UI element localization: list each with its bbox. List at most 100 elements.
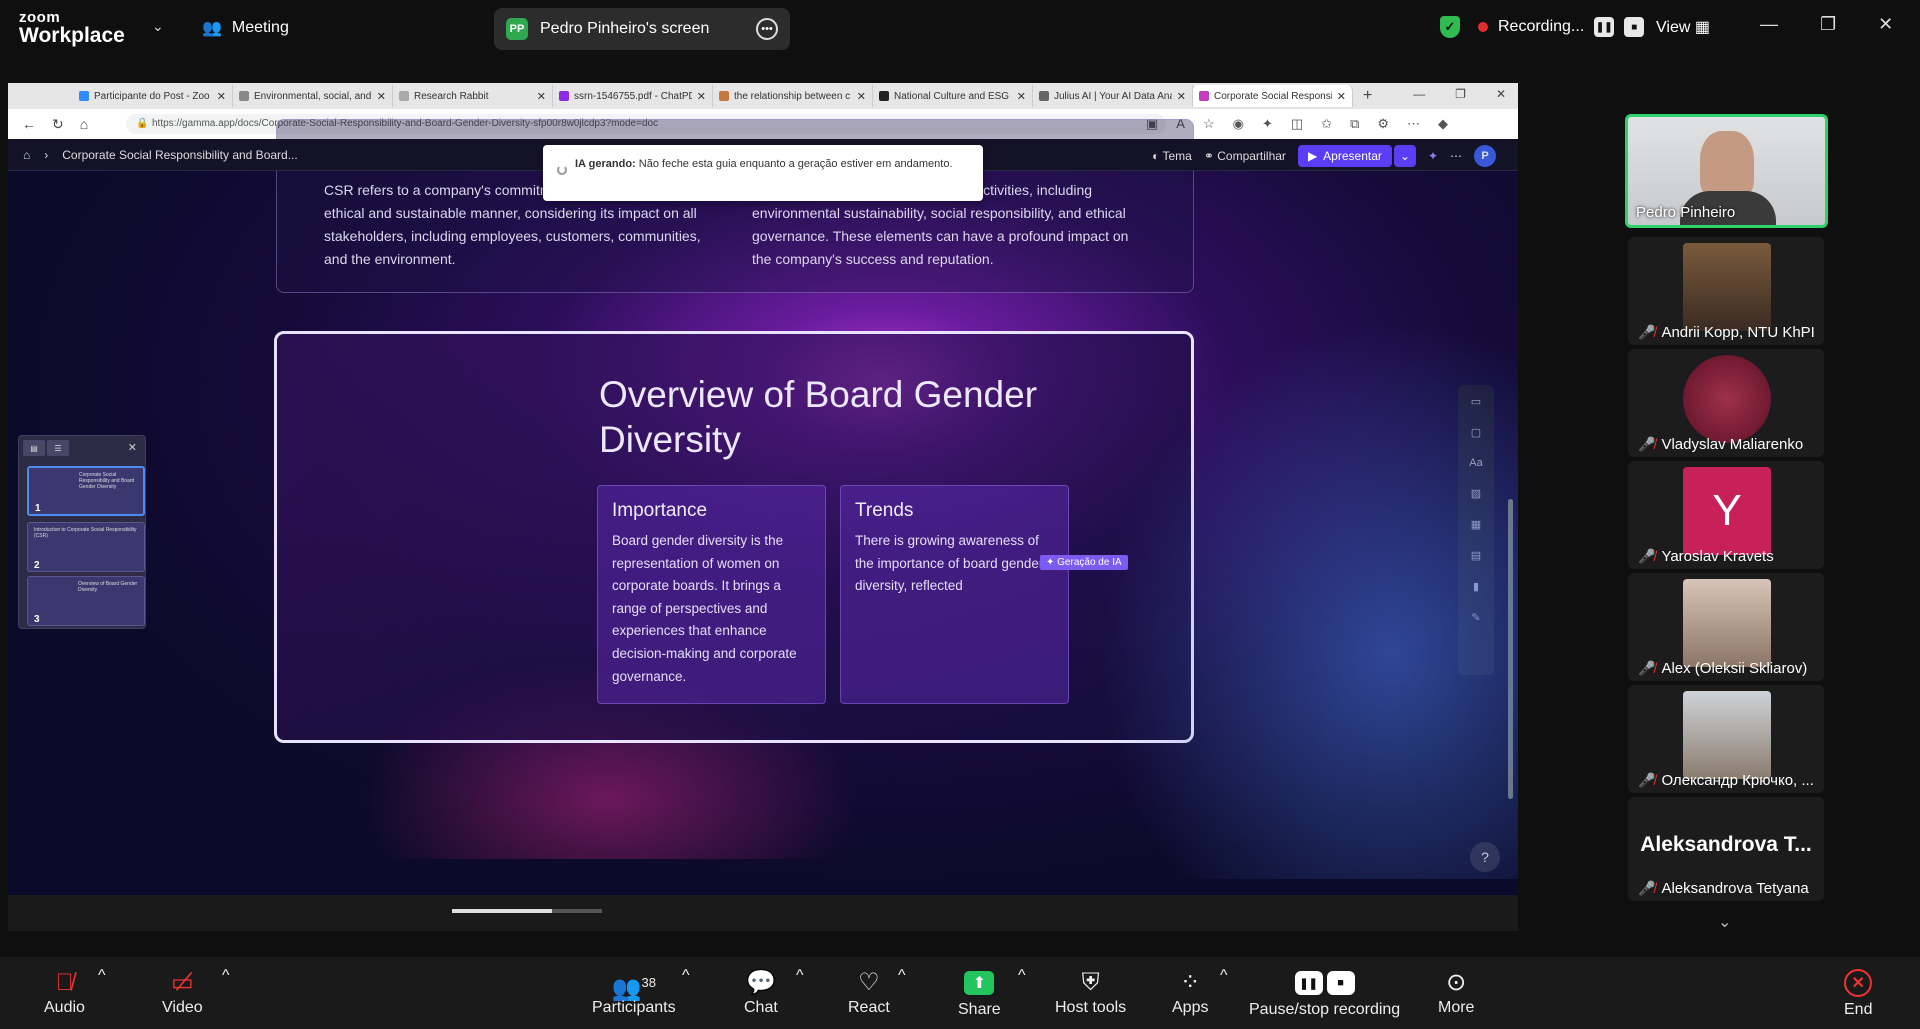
text-format-icon[interactable]: Aa — [1469, 457, 1482, 469]
browser-tab[interactable]: Julius AI | Your AI Data Ana ✕ — [1033, 85, 1193, 107]
new-tab-icon[interactable]: + — [1363, 87, 1372, 105]
minimize-icon[interactable]: — — [1760, 14, 1778, 35]
close-tab-icon[interactable]: ✕ — [377, 90, 386, 103]
reload-icon[interactable]: ↻ — [52, 116, 64, 133]
favorite-star-icon[interactable]: ☆ — [1203, 116, 1215, 132]
close-icon[interactable]: ✕ — [128, 441, 137, 454]
pause-recording-button[interactable]: ❚❚ — [1594, 17, 1615, 37]
table-icon[interactable]: ▦ — [1471, 518, 1481, 531]
audio-label: Audio — [44, 999, 85, 1016]
browser-tab[interactable]: ssrn-1546755.pdf - ChatPD ✕ — [553, 85, 713, 107]
chevron-down-icon[interactable]: ⌄ — [1718, 912, 1731, 932]
meeting-menu-button[interactable]: 👥 Meeting — [202, 18, 289, 38]
home-icon[interactable]: ⌂ — [80, 116, 88, 132]
minimize-icon[interactable]: — — [1413, 87, 1425, 101]
chart-icon[interactable]: ▮ — [1473, 580, 1479, 593]
more-button[interactable]: ⊙ More — [1438, 967, 1474, 1017]
home-icon[interactable]: ⌂ — [23, 148, 30, 162]
end-button[interactable]: ✕ End — [1844, 967, 1872, 1019]
browser-tab[interactable]: Participante do Post - Zoo ✕ — [73, 85, 233, 107]
close-tab-icon[interactable]: ✕ — [857, 90, 866, 103]
chevron-down-icon[interactable]: ⌄ — [152, 18, 164, 35]
sparkle-icon[interactable]: ✦ — [1428, 149, 1438, 163]
importance-text: Board gender diversity is the representa… — [612, 533, 797, 684]
extension-icon[interactable]: ◉ — [1233, 116, 1244, 132]
avatar[interactable]: P — [1474, 145, 1496, 167]
performance-icon[interactable]: ⚙ — [1377, 116, 1389, 132]
apps-button[interactable]: ⁘ Apps — [1172, 967, 1208, 1017]
scrollbar-thumb[interactable] — [1508, 499, 1513, 799]
favorites-icon[interactable]: ✩ — [1321, 116, 1332, 132]
view-button[interactable]: View ▦ — [1656, 17, 1710, 37]
block-icon[interactable]: ▤ — [1471, 549, 1481, 562]
participants-button[interactable]: 👥38 Participants — [592, 967, 676, 1017]
security-shield-icon[interactable]: ✓ — [1440, 16, 1460, 38]
screen-share-indicator[interactable]: PP Pedro Pinheiro's screen ••• — [494, 8, 790, 50]
video-options-caret[interactable]: ^ — [222, 967, 230, 985]
collections-icon[interactable]: ⧉ — [1350, 116, 1359, 132]
layout-icon[interactable]: ▢ — [1471, 426, 1481, 439]
apps-options-caret[interactable]: ^ — [1220, 967, 1228, 985]
breadcrumb[interactable]: Corporate Social Responsibility and Boar… — [62, 148, 297, 162]
audio-button[interactable]: 🎙̸ Audio — [44, 967, 85, 1017]
video-button[interactable]: ▭̸ Video — [162, 967, 203, 1017]
chat-options-caret[interactable]: ^ — [796, 967, 804, 985]
video-tile[interactable]: 🎤̸ Andrii Kopp, NTU KhPI — [1628, 237, 1824, 345]
lock-icon[interactable]: 🔒 — [136, 118, 148, 129]
board-diversity-card: Overview of Board Gender Diversity Impor… — [274, 331, 1194, 743]
participants-options-caret[interactable]: ^ — [682, 967, 690, 985]
stop-recording-button[interactable]: ■ — [1624, 17, 1645, 37]
close-tab-icon[interactable]: ✕ — [217, 90, 226, 103]
video-tile[interactable]: Y 🎤̸ Yaroslav Kravets — [1628, 461, 1824, 569]
audio-options-caret[interactable]: ^ — [98, 967, 106, 985]
puzzle-icon[interactable]: ✦ — [1262, 116, 1273, 132]
host-tools-button[interactable]: ⛨ Host tools — [1055, 967, 1126, 1017]
close-tab-icon[interactable]: ✕ — [1017, 90, 1026, 103]
video-tile[interactable]: 🎤̸ Олександр Крючко, ... — [1628, 685, 1824, 793]
close-tab-icon[interactable]: ✕ — [537, 90, 546, 103]
pause-stop-recording-button[interactable]: ❚❚ ■ Pause/stop recording — [1249, 967, 1400, 1019]
list-view-icon[interactable]: ☰ — [47, 440, 69, 456]
video-tile[interactable]: Aleksandrova T... 🎤̸ Aleksandrova Tetyana — [1628, 797, 1824, 901]
chat-button[interactable]: 💬 Chat — [744, 967, 778, 1017]
share-options-caret[interactable]: ^ — [1018, 967, 1026, 985]
react-button[interactable]: ♡ React — [848, 967, 890, 1017]
browser-tab-active[interactable]: Corporate Social Responsi ✕ — [1193, 85, 1353, 107]
help-button[interactable]: ? — [1470, 842, 1500, 872]
image-icon[interactable]: ▨ — [1471, 487, 1481, 500]
video-tile[interactable]: 🎤̸ Alex (Oleksii Skliarov) — [1628, 573, 1824, 681]
slide-thumbnail[interactable]: Corporate Social Responsibility and Boar… — [27, 466, 145, 516]
split-screen-icon[interactable]: ◫ — [1291, 116, 1303, 132]
menu-icon[interactable]: ⋯ — [1407, 116, 1420, 132]
restore-icon[interactable]: ❐ — [1455, 87, 1466, 101]
share-doc-button[interactable]: ⚭ Compartilhar — [1204, 149, 1286, 163]
close-icon[interactable]: ✕ — [1496, 87, 1506, 101]
cards-icon[interactable]: ▭ — [1471, 395, 1481, 408]
present-dropdown-button[interactable]: ⌄ — [1393, 145, 1416, 167]
restore-icon[interactable]: ❐ — [1820, 14, 1836, 35]
share-button[interactable]: ⬆ Share — [958, 967, 1001, 1019]
close-tab-icon[interactable]: ✕ — [697, 90, 706, 103]
present-button[interactable]: ▶ Apresentar — [1297, 145, 1392, 167]
close-tab-icon[interactable]: ✕ — [1177, 90, 1186, 103]
trends-card[interactable]: Trends There is growing awareness of the… — [840, 485, 1069, 704]
edit-icon[interactable]: ✎ — [1471, 611, 1480, 624]
close-tab-icon[interactable]: ✕ — [1337, 90, 1346, 103]
slide-thumbnail[interactable]: Introduction to Corporate Social Respons… — [27, 522, 145, 572]
browser-tab[interactable]: Environmental, social, and ✕ — [233, 85, 393, 107]
browser-tab[interactable]: the relationship between c ✕ — [713, 85, 873, 107]
copilot-icon[interactable]: ◆ — [1438, 116, 1448, 132]
card-view-icon[interactable]: ▤ — [23, 440, 45, 456]
video-tile-active-speaker[interactable]: Pedro Pinheiro — [1625, 114, 1828, 228]
browser-tab[interactable]: Research Rabbit ✕ — [393, 85, 553, 107]
theme-button[interactable]: ◐ Tema — [1152, 149, 1192, 163]
browser-tab[interactable]: National Culture and ESG I ✕ — [873, 85, 1033, 107]
back-icon[interactable]: ← — [22, 116, 36, 132]
close-icon[interactable]: ✕ — [1878, 14, 1893, 35]
importance-card[interactable]: Importance Board gender diversity is the… — [597, 485, 826, 704]
react-options-caret[interactable]: ^ — [898, 967, 906, 985]
more-icon[interactable]: ⋯ — [1450, 149, 1462, 163]
more-options-icon[interactable]: ••• — [756, 18, 778, 40]
video-tile[interactable]: 🎤̸ Vladyslav Maliarenko — [1628, 349, 1824, 457]
slide-thumbnail[interactable]: Overview of Board Gender Diversity 3 — [27, 576, 145, 626]
